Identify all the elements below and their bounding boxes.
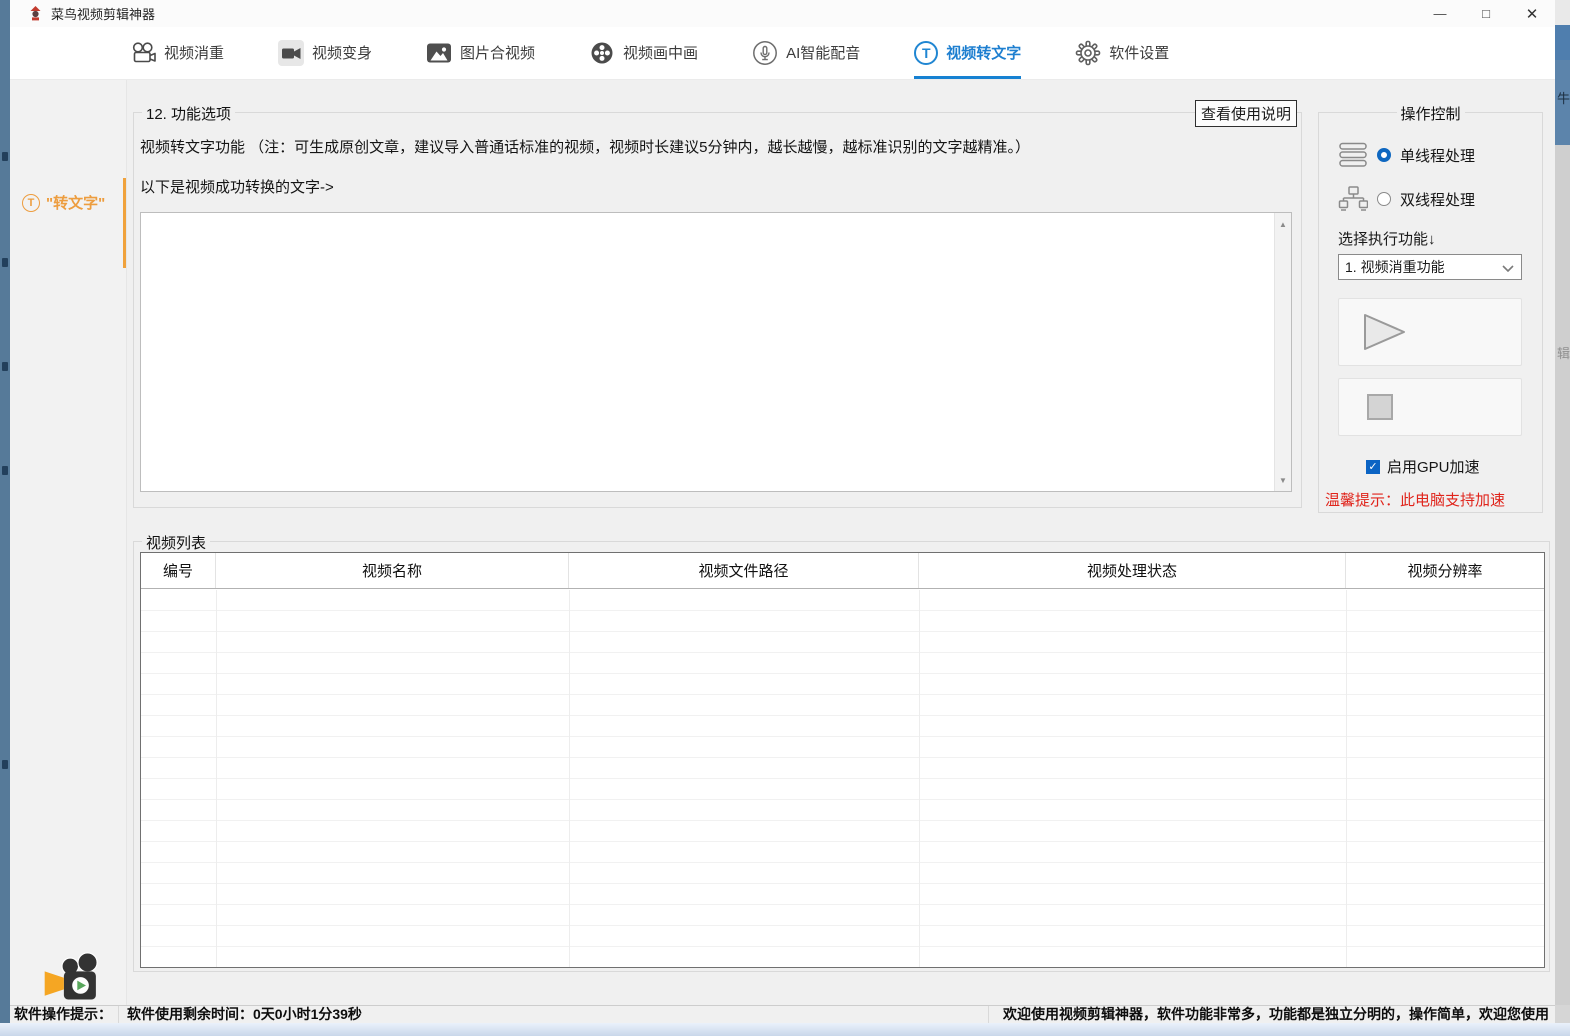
tab-label: 图片合视频 (460, 42, 535, 63)
check-icon[interactable]: ✓ (1366, 460, 1380, 474)
maximize-button[interactable]: □ (1463, 0, 1509, 27)
tab-label: AI智能配音 (786, 42, 860, 63)
film-reel-icon (589, 40, 615, 66)
camcorder-icon (278, 40, 304, 66)
tab-settings[interactable]: 软件设置 (1075, 27, 1169, 79)
table-body[interactable] (141, 590, 1544, 967)
double-thread-option[interactable]: 双线程处理 (1338, 186, 1475, 212)
desktop-icon-fragment (2, 760, 8, 769)
microphone-icon (752, 40, 778, 66)
sliver-glyph-top: 牛 (1555, 60, 1570, 145)
status-welcome-text: 欢迎使用视频剪辑神器，软件功能非常多，功能都是独立分明的，操作简单，欢迎您使用 (988, 1006, 1555, 1023)
column-header-name: 视频名称 (216, 553, 569, 588)
hierarchy-icon (1338, 186, 1368, 212)
result-label: 以下是视频成功转换的文字-> (140, 176, 334, 197)
app-window: 菜鸟视频剪辑神器 — □ ✕ 视频消重 视频变身 (10, 0, 1555, 1023)
gpu-checkbox-label: 启用GPU加速 (1387, 456, 1480, 477)
sliver-segment (1555, 1005, 1570, 1023)
transcript-textarea[interactable]: ▲ ▼ (140, 212, 1292, 492)
tab-video-transform[interactable]: 视频变身 (278, 27, 372, 79)
group-title: 操作控制 (1396, 103, 1464, 124)
window-controls: — □ ✕ (1417, 0, 1555, 27)
tab-video-pip[interactable]: 视频画中画 (589, 27, 698, 79)
video-table: 编号 视频名称 视频文件路径 视频处理状态 视频分辨率 (140, 552, 1545, 968)
radio-label: 双线程处理 (1400, 189, 1475, 210)
desktop-icon-fragment (2, 152, 8, 161)
close-icon: ✕ (1526, 5, 1539, 23)
gpu-hint-text: 温馨提示：此电脑支持加速 (1325, 489, 1505, 510)
maximize-icon: □ (1482, 6, 1490, 21)
window-title: 菜鸟视频剪辑神器 (51, 4, 155, 23)
single-thread-option[interactable]: 单线程处理 (1338, 142, 1475, 168)
stop-icon (1367, 394, 1393, 420)
status-prefix: 软件操作提示： (14, 1006, 112, 1023)
stop-button[interactable] (1338, 378, 1522, 436)
view-instructions-button[interactable]: 查看使用说明 (1195, 100, 1297, 127)
tab-image-to-video[interactable]: 图片合视频 (426, 27, 535, 79)
table-header: 编号 视频名称 视频文件路径 视频处理状态 视频分辨率 (141, 553, 1544, 589)
group-title: 12. 功能选项 (142, 103, 235, 124)
desktop-icon-fragment (2, 466, 8, 475)
list-icon (1338, 142, 1368, 168)
function-select[interactable]: 1. 视频消重功能 (1338, 254, 1522, 280)
app-icon (28, 6, 43, 21)
desktop-icon-fragment (2, 258, 8, 267)
tab-label: 视频变身 (312, 42, 372, 63)
sliver-segment (1555, 25, 1570, 60)
text-t-icon: T (914, 41, 938, 65)
column-header-path: 视频文件路径 (569, 553, 919, 588)
transcript-content[interactable] (141, 213, 1274, 491)
sidebar: T "转文字" 视频剪辑神器 (10, 80, 127, 1005)
movie-camera-icon (130, 41, 156, 65)
status-bar: 软件操作提示： 软件使用剩余时间：0天0小时1分39秒 欢迎使用视频剪辑神器，软… (10, 1005, 1555, 1023)
title-bar: 菜鸟视频剪辑神器 — □ ✕ (10, 0, 1555, 27)
close-button[interactable]: ✕ (1509, 0, 1555, 27)
play-icon (1362, 312, 1408, 352)
scroll-up-icon[interactable]: ▲ (1275, 216, 1291, 232)
radio-double-thread[interactable] (1377, 192, 1391, 206)
tab-label: 视频消重 (164, 42, 224, 63)
taskbar-edge-strip (0, 1023, 1570, 1036)
column-header-status: 视频处理状态 (919, 553, 1346, 588)
minimize-icon: — (1434, 6, 1447, 21)
column-header-index: 编号 (141, 553, 216, 588)
start-button[interactable] (1338, 298, 1522, 366)
transcript-scrollbar[interactable]: ▲ ▼ (1274, 213, 1291, 491)
radio-single-thread[interactable] (1377, 148, 1391, 162)
tab-ai-dubbing[interactable]: AI智能配音 (752, 27, 860, 79)
tab-label: 软件设置 (1109, 42, 1169, 63)
t-letter: T (922, 45, 931, 61)
group-title: 视频列表 (142, 532, 210, 553)
radio-label: 单线程处理 (1400, 145, 1475, 166)
function-select-value: 1. 视频消重功能 (1345, 257, 1445, 277)
sidebar-accent-bar (123, 178, 126, 268)
image-icon (426, 41, 452, 65)
camera-logo-icon (37, 952, 101, 1010)
tab-label: 视频转文字 (946, 42, 1021, 63)
gpu-acceleration-option[interactable]: ✓ 启用GPU加速 (1366, 456, 1480, 477)
tab-label: 视频画中画 (623, 42, 698, 63)
sidebar-item-to-text[interactable]: T "转文字" (22, 192, 105, 213)
minimize-button[interactable]: — (1417, 0, 1463, 27)
gear-icon (1075, 40, 1101, 66)
status-time-remaining: 软件使用剩余时间：0天0小时1分39秒 (118, 1006, 362, 1023)
desktop-icon-fragment (2, 362, 8, 371)
desktop-edge-strip (0, 0, 10, 1036)
column-header-resolution: 视频分辨率 (1346, 553, 1544, 588)
background-window-sliver: 牛 辑 (1555, 0, 1570, 1036)
tab-video-dedupe[interactable]: 视频消重 (130, 27, 224, 79)
chevron-down-icon (1502, 265, 1514, 272)
select-function-label: 选择执行功能↓ (1338, 228, 1436, 249)
sliver-segment (1555, 0, 1570, 25)
sidebar-item-label: "转文字" (46, 192, 105, 213)
nav-bar: 视频消重 视频变身 图片合视频 视频画中 (10, 27, 1555, 80)
sliver-glyph-mid: 辑 (1555, 145, 1570, 1005)
text-t-icon: T (22, 194, 40, 212)
scroll-down-icon[interactable]: ▼ (1275, 472, 1291, 488)
function-note: 视频转文字功能 （注：可生成原创文章，建议导入普通话标准的视频，视频时长建议5分… (140, 136, 1290, 157)
tab-video-to-text[interactable]: T 视频转文字 (914, 27, 1021, 79)
t-letter: T (28, 197, 35, 209)
